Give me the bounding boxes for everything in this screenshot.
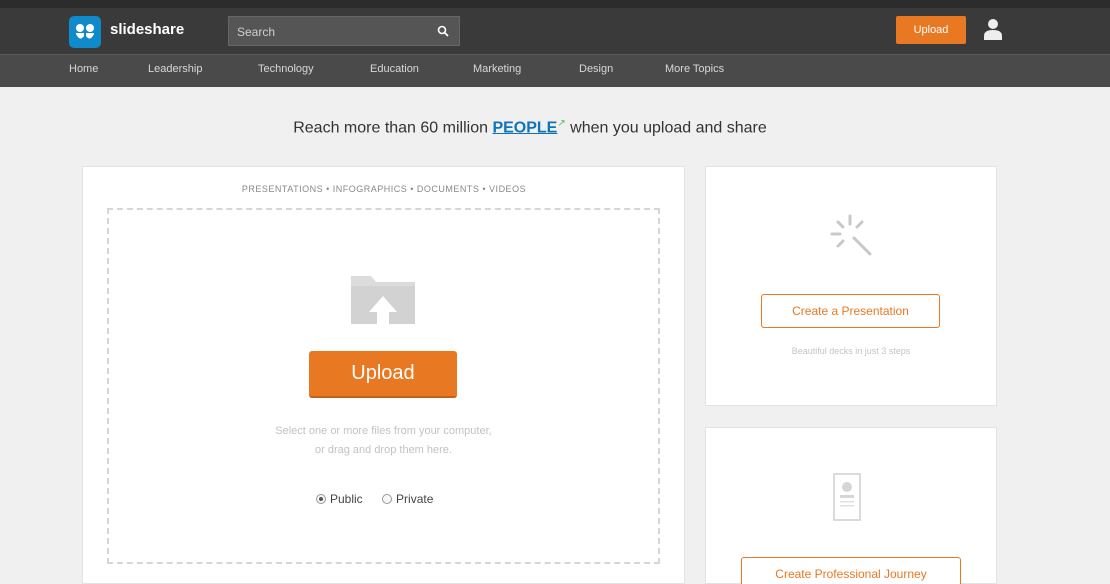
user-icon[interactable]: [983, 18, 1003, 40]
header-upload-button[interactable]: Upload: [896, 16, 966, 44]
nav-item-leadership[interactable]: Leadership: [148, 63, 202, 75]
headline-text-after: when you upload and share: [565, 119, 767, 137]
nav-item-design[interactable]: Design: [579, 63, 613, 75]
upload-hint: Select one or more files from your compu…: [107, 422, 660, 460]
nav-item-home[interactable]: Home: [69, 63, 98, 75]
magic-wand-icon: [830, 214, 872, 256]
private-radio[interactable]: [382, 493, 393, 504]
public-label[interactable]: Public: [330, 492, 363, 506]
search-box[interactable]: [228, 16, 460, 46]
search-icon[interactable]: [437, 25, 449, 37]
create-presentation-button[interactable]: Create a Presentation: [761, 294, 940, 328]
people-link[interactable]: PEOPLE: [492, 119, 557, 136]
public-radio[interactable]: [316, 493, 326, 504]
create-presentation-subtitle: Beautiful decks in just 3 steps: [791, 346, 911, 356]
create-presentation-card: [705, 166, 997, 406]
nav-item-more-topics[interactable]: More Topics: [665, 63, 724, 75]
create-professional-journey-button[interactable]: Create Professional Journey: [741, 557, 961, 584]
slideshare-logo-icon[interactable]: [69, 16, 101, 48]
headline-text-before: Reach more than 60 million: [293, 119, 493, 137]
folder-upload-icon: [351, 276, 415, 324]
logo-text[interactable]: slideshare: [110, 21, 184, 38]
nav-item-technology[interactable]: Technology: [258, 63, 314, 75]
profile-document-icon: [833, 473, 861, 521]
headline: Reach more than 60 million PEOPLE↗ when …: [0, 118, 1060, 137]
privacy-options: Public Private: [316, 491, 449, 506]
upload-hint-line-2: or drag and drop them here.: [315, 444, 452, 456]
upload-hint-line-1: Select one or more files from your compu…: [275, 425, 492, 437]
content-types: PRESENTATIONS • INFOGRAPHICS • DOCUMENTS…: [241, 184, 527, 194]
nav-item-marketing[interactable]: Marketing: [473, 63, 521, 75]
search-input[interactable]: [237, 24, 427, 40]
external-link-icon: ↗: [557, 118, 566, 129]
nav-item-education[interactable]: Education: [370, 63, 419, 75]
private-label[interactable]: Private: [396, 492, 433, 506]
upload-button[interactable]: Upload: [309, 351, 457, 398]
